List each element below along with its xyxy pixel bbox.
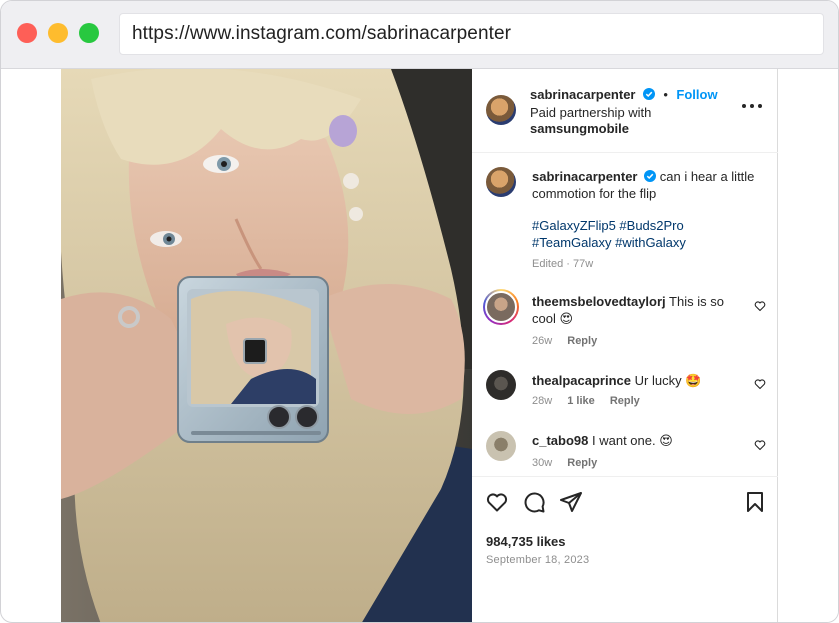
reply-button[interactable]: Reply xyxy=(567,335,597,347)
comment-like-heart-icon[interactable] xyxy=(754,300,766,312)
comment-icon[interactable] xyxy=(522,490,546,514)
page-margin xyxy=(778,69,838,622)
caption-text-block: sabrinacarpenter can i hear a little com… xyxy=(532,168,762,202)
comment-meta: 26w Reply xyxy=(532,335,597,347)
comment-text: I want one. 😍 xyxy=(592,433,673,448)
verified-badge-icon xyxy=(642,88,655,100)
comment-username[interactable]: theemsbelovedtaylorj xyxy=(532,294,666,309)
close-window-button[interactable] xyxy=(17,23,37,43)
comment-age: 26w xyxy=(532,335,553,347)
comment-like-heart-icon[interactable] xyxy=(754,378,766,390)
follow-button[interactable]: Follow xyxy=(676,87,717,102)
browser-toolbar: https://www.instagram.com/sabrinacarpent… xyxy=(1,1,838,69)
comment-meta: 30w Reply xyxy=(532,457,597,469)
reply-button[interactable]: Reply xyxy=(567,457,597,469)
partnership-label: Paid partnership with xyxy=(530,105,652,120)
post-date: September 18, 2023 xyxy=(486,554,590,566)
commenter-avatar[interactable] xyxy=(486,370,516,400)
hashtags-line-2[interactable]: #TeamGalaxy #withGalaxy xyxy=(532,234,686,251)
comment-age: 30w xyxy=(532,457,553,469)
comment-like-heart-icon[interactable] xyxy=(754,439,766,451)
caption-meta: Edited · 77w xyxy=(532,258,594,270)
caption-author-avatar[interactable] xyxy=(486,167,516,197)
comment-username[interactable]: c_tabo98 xyxy=(532,433,588,448)
more-options-icon[interactable] xyxy=(742,101,762,111)
author-username[interactable]: sabrinacarpenter xyxy=(530,87,636,102)
comment-text-block: thealpacaprince Ur lucky 🤩 xyxy=(532,372,742,389)
author-line: sabrinacarpenter • Follow xyxy=(530,86,718,104)
comment-meta: 28w 1 like Reply xyxy=(532,395,640,407)
address-bar[interactable]: https://www.instagram.com/sabrinacarpent… xyxy=(119,13,824,55)
commenter-avatar-ring[interactable] xyxy=(483,289,519,325)
minimize-window-button[interactable] xyxy=(48,23,68,43)
comment-text-block: c_tabo98 I want one. 😍 xyxy=(532,432,742,449)
author-avatar[interactable] xyxy=(486,95,516,125)
heart-icon[interactable] xyxy=(485,490,509,514)
commenter-avatar xyxy=(485,291,517,323)
comment-likes-count[interactable]: 1 like xyxy=(567,395,595,407)
partner-username[interactable]: samsungmobile xyxy=(530,121,629,136)
post-image[interactable] xyxy=(61,69,472,622)
address-bar-url: https://www.instagram.com/sabrinacarpent… xyxy=(132,23,512,44)
verified-badge-icon xyxy=(644,170,657,182)
commenter-avatar[interactable] xyxy=(486,431,516,461)
comment-text-block: theemsbelovedtaylorj This is so cool 😍 xyxy=(532,293,742,327)
comment-text: Ur lucky 🤩 xyxy=(634,373,702,388)
hashtags-line-1[interactable]: #GalaxyZFlip5 #Buds2Pro xyxy=(532,217,684,234)
reply-button[interactable]: Reply xyxy=(610,395,640,407)
comment-username[interactable]: thealpacaprince xyxy=(532,373,631,388)
separator-dot: • xyxy=(663,87,668,102)
likes-count[interactable]: 984,735 likes xyxy=(486,534,566,549)
caption-author-username[interactable]: sabrinacarpenter xyxy=(532,169,638,184)
bookmark-icon[interactable] xyxy=(743,490,767,514)
share-icon[interactable] xyxy=(559,490,583,514)
post-details-panel: sabrinacarpenter • Follow Paid partnersh… xyxy=(472,69,778,622)
post-actions: 984,735 likes September 18, 2023 xyxy=(472,476,778,622)
comment-age: 28w xyxy=(532,395,553,407)
post-photo xyxy=(61,69,472,622)
browser-window: https://www.instagram.com/sabrinacarpent… xyxy=(0,0,839,623)
maximize-window-button[interactable] xyxy=(79,23,99,43)
post-header: sabrinacarpenter • Follow Paid partnersh… xyxy=(472,69,778,153)
